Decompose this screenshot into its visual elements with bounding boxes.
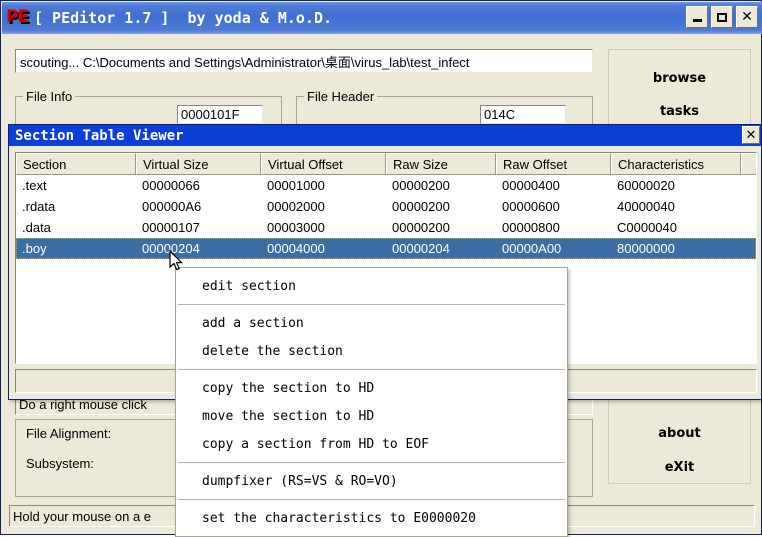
table-row[interactable]: .text 00000066 00001000 00000200 0000040… [16,175,756,196]
status-secondary-text: Hold your mouse on a e [13,508,152,524]
column-header-section[interactable]: Section [16,153,136,175]
column-header-characteristics[interactable]: Characteristics [611,153,741,175]
cell-raw-size: 00000204 [392,241,450,256]
close-icon: ✕ [741,9,753,25]
main-title-bar[interactable]: PE [ PEditor 1.7 ] by yoda & M.o.D. ✕ [2,2,762,34]
menu-item-move-section-to-hd[interactable]: move the section to HD [176,402,567,430]
minimize-button[interactable] [686,6,708,28]
cell-virtual-size: 00000066 [142,178,200,193]
pe-app-icon: PE [6,7,29,29]
page-title: [ PEditor 1.7 ] by yoda & M.o.D. [34,9,333,27]
menu-separator [178,499,565,500]
cell-virtual-size: 00000107 [142,220,200,235]
cell-characteristics: 40000040 [617,199,675,214]
column-header-raw-offset[interactable]: Raw Offset [496,153,611,175]
stv-close-button[interactable]: ✕ [742,126,760,144]
menu-item-dumpfixer[interactable]: dumpfixer (RS=VS & RO=VO) [176,467,567,495]
caption-button-group: ✕ [686,6,758,28]
file-path-field[interactable]: scouting... C:\Documents and Settings\Ad… [15,49,593,73]
cell-section: .data [22,220,51,235]
menu-separator [178,304,565,305]
cell-raw-offset: 00000600 [502,199,560,214]
menu-item-edit-section[interactable]: edit section [176,272,567,300]
section-table-header-row: Section Virtual Size Virtual Offset Raw … [16,153,756,175]
table-row[interactable]: .data 00000107 00003000 00000200 0000080… [16,217,756,238]
menu-separator [178,462,565,463]
cell-characteristics: 60000020 [617,178,675,193]
cell-raw-size: 00000200 [392,199,450,214]
cell-characteristics: C0000040 [617,220,677,235]
column-header-raw-size[interactable]: Raw Size [386,153,496,175]
column-header-virtual-offset[interactable]: Virtual Offset [261,153,386,175]
stv-title-text: Section Table Viewer [15,127,184,144]
cell-section: .rdata [22,199,56,214]
table-row[interactable]: .rdata 000000A6 00002000 00000200 000006… [16,196,756,217]
file-header-label: File Header [304,89,378,104]
file-header-value[interactable]: 014C [480,105,566,124]
maximize-icon [717,12,727,22]
maximize-button[interactable] [711,6,733,28]
cell-section: .text [22,178,47,193]
about-button[interactable]: about [609,426,750,441]
cell-virtual-offset: 00003000 [267,220,325,235]
column-header-virtual-size[interactable]: Virtual Size [136,153,261,175]
exit-button[interactable]: eXit [609,460,750,475]
cell-virtual-size: 000000A6 [142,199,202,214]
cell-raw-offset: 00000400 [502,178,560,193]
menu-separator [178,369,565,370]
browse-tasks-panel: browse tasks [608,49,751,127]
close-button[interactable]: ✕ [736,6,758,28]
file-info-label: File Info [23,89,76,104]
column-header-filler [741,153,756,175]
cell-section: .boy [22,241,47,256]
cell-virtual-offset: 00002000 [267,199,325,214]
close-icon: ✕ [745,127,757,143]
cell-virtual-size: 00000204 [142,241,200,256]
pe-icon-glyph: PE [6,7,29,27]
file-info-value[interactable]: 0000101F [177,105,263,124]
cell-characteristics: 80000000 [617,241,675,256]
file-path-value: scouting... C:\Documents and Settings\Ad… [20,54,470,70]
cell-raw-size: 00000200 [392,178,450,193]
menu-item-copy-section-to-hd[interactable]: copy the section to HD [176,374,567,402]
menu-item-add-a-section[interactable]: add a section [176,309,567,337]
subsystem-label: Subsystem: [26,456,94,471]
minimize-icon [692,18,702,22]
tasks-button[interactable]: tasks [609,104,750,119]
menu-item-copy-section-from-hd-to-eof[interactable]: copy a section from HD to EOF [176,430,567,458]
cell-virtual-offset: 00001000 [267,178,325,193]
cell-raw-offset: 00000A00 [502,241,562,256]
menu-item-delete-the-section[interactable]: delete the section [176,337,567,365]
cell-raw-offset: 00000800 [502,220,560,235]
browse-button[interactable]: browse [609,71,750,86]
table-row-selected[interactable]: .boy 00000204 00004000 00000204 00000A00… [16,238,756,259]
section-context-menu[interactable]: edit section add a section delete the se… [175,267,568,537]
cell-virtual-offset: 00004000 [267,241,325,256]
menu-item-set-characteristics[interactable]: set the characteristics to E0000020 [176,504,567,532]
file-alignment-label: File Alignment: [26,426,112,441]
stv-title-bar[interactable]: Section Table Viewer ✕ [9,125,761,146]
cell-raw-size: 00000200 [392,220,450,235]
